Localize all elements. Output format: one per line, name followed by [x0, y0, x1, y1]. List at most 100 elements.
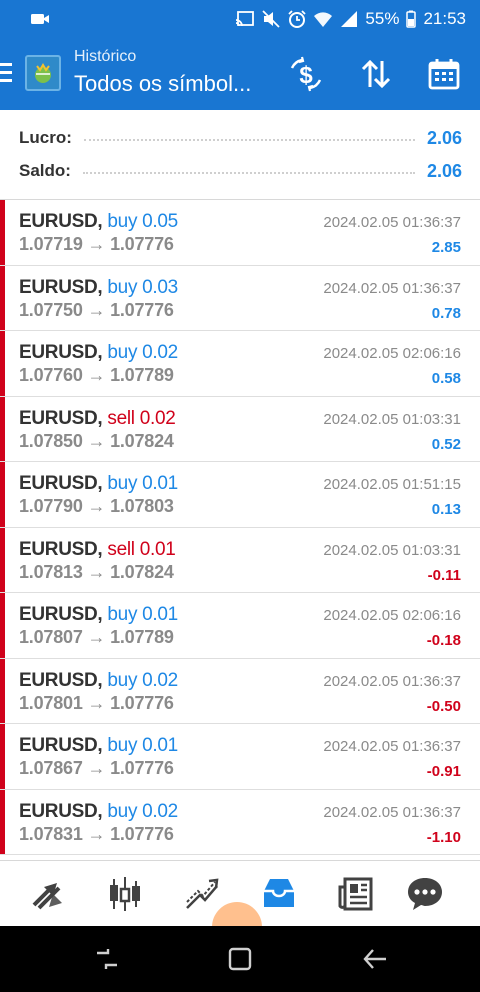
status-bar: 55% 21:53 [0, 0, 480, 38]
trade-row[interactable]: EURUSD, sell 0.01 1.07813 → 1.07824 2024.0… [0, 527, 480, 593]
balance-value: 2.06 [426, 160, 462, 181]
app-logo [25, 55, 61, 91]
tab-history[interactable] [254, 871, 304, 917]
tab-news[interactable] [331, 871, 381, 917]
trade-symbol: EURUSD, [19, 342, 103, 363]
trade-title: EURUSD, buy 0.05 [19, 211, 178, 233]
sort-button[interactable] [356, 54, 396, 94]
trade-row[interactable]: EURUSD, buy 0.02 1.07801 → 1.07776 2024.02… [0, 658, 480, 724]
trade-row[interactable]: EURUSD, sell 0.02 1.07850 → 1.07824 2024.0… [0, 396, 480, 462]
system-navigation-bar [0, 926, 480, 992]
trade-prices: 1.07807 → 1.07789 [19, 627, 174, 647]
account-summary: Lucro: 2.06 Saldo: 2.06 [0, 110, 480, 200]
chat-icon [408, 878, 442, 910]
deposit-button[interactable]: $ [286, 54, 326, 94]
trade-profit: -0.91 [426, 763, 461, 780]
trade-prices: 1.07719 → 1.07776 [19, 234, 174, 254]
trade-time: 2024.02.05 01:36:37 [323, 738, 461, 755]
trade-side-volume: sell 0.01 [107, 538, 176, 560]
trade-prices: 1.07850 → 1.07824 [19, 430, 174, 451]
tab-chart[interactable] [100, 871, 150, 917]
trade-row[interactable]: EURUSD, buy 0.01 1.07807 → 1.07789 2024.02… [0, 593, 480, 659]
trade-symbol: EURUSD, [19, 407, 103, 429]
trade-time: 2024.02.05 01:36:37 [323, 214, 461, 231]
trade-title: EURUSD, buy 0.02 [19, 342, 178, 364]
alarm-icon [288, 10, 307, 28]
trade-side-volume: sell 0.02 [107, 407, 176, 429]
trade-side-volume: buy 0.05 [107, 211, 178, 232]
trade-row[interactable]: EURUSD, buy 0.01 1.07790 → 1.07803 2024.02… [0, 462, 480, 528]
trade-title: EURUSD, buy 0.01 [19, 473, 178, 495]
svg-text:$: $ [299, 62, 313, 89]
trade-icon [186, 878, 219, 909]
trade-symbol: EURUSD, [19, 211, 103, 232]
trade-type-indicator [0, 265, 5, 330]
trade-type-indicator [0, 593, 5, 658]
trade-title: EURUSD, sell 0.01 [19, 538, 176, 561]
wifi-icon [314, 12, 333, 27]
deposit-icon: $ [290, 56, 322, 92]
trade-title: EURUSD, buy 0.03 [19, 277, 178, 299]
trade-symbol: EURUSD, [19, 538, 103, 560]
trade-side-volume: buy 0.01 [107, 735, 178, 756]
trade-symbol: EURUSD, [19, 276, 103, 298]
signal-icon [341, 11, 358, 27]
balance-row: Saldo: 2.06 [19, 156, 462, 186]
tab-quotes[interactable] [23, 871, 73, 917]
tab-chat[interactable] [400, 871, 450, 917]
clock: 21:53 [423, 9, 466, 28]
quotes-icon [32, 883, 62, 910]
trade-time: 2024.02.05 02:06:16 [323, 607, 461, 624]
trade-row[interactable]: EURUSD, buy 0.02 1.07760 → 1.07789 2024.02… [0, 331, 480, 397]
trade-profit: 0.13 [431, 501, 461, 518]
home-icon [228, 947, 252, 971]
trade-prices: 1.07760 → 1.07789 [19, 365, 174, 385]
history-icon [264, 879, 294, 907]
trade-side-volume: buy 0.03 [107, 276, 178, 298]
trade-row[interactable]: EURUSD, buy 0.02 1.07831 → 1.07776 2024.02… [0, 789, 480, 855]
trade-symbol: EURUSD, [19, 473, 103, 494]
metatrader-logo-icon [35, 63, 51, 83]
trade-type-indicator [0, 200, 5, 265]
mute-icon [262, 10, 281, 28]
trade-type-indicator [0, 331, 5, 396]
battery-percent: 55% [365, 9, 400, 28]
home-button[interactable] [225, 944, 255, 974]
trade-time: 2024.02.05 01:51:15 [323, 476, 461, 493]
trade-profit: 2.85 [431, 239, 461, 256]
trade-title: EURUSD, sell 0.02 [19, 407, 176, 430]
calendar-button[interactable] [424, 54, 464, 94]
profit-row: Lucro: 2.06 [19, 123, 462, 153]
news-icon [338, 877, 373, 911]
video-camera-icon [31, 14, 49, 24]
recent-apps-button[interactable] [92, 944, 122, 974]
profit-label: Lucro: [19, 128, 72, 147]
trade-prices: 1.07790 → 1.07803 [19, 496, 174, 516]
trade-profit: -0.18 [426, 632, 461, 649]
trade-time: 2024.02.05 01:36:37 [323, 672, 461, 690]
trade-row[interactable]: EURUSD, buy 0.05 1.07719 → 1.07776 2024.02… [0, 200, 480, 266]
cast-icon [236, 11, 255, 27]
trade-title: EURUSD, buy 0.01 [19, 735, 178, 757]
trade-prices: 1.07750 → 1.07776 [19, 299, 174, 320]
symbol-selector[interactable]: Todos os símbol... [74, 71, 251, 97]
trade-symbol: EURUSD, [19, 669, 103, 691]
trade-time: 2024.02.05 01:03:31 [323, 541, 461, 559]
trade-type-indicator [0, 527, 5, 592]
trade-row[interactable]: EURUSD, buy 0.01 1.07867 → 1.07776 2024.02… [0, 724, 480, 790]
back-button[interactable] [360, 944, 390, 974]
trade-symbol: EURUSD, [19, 800, 103, 822]
balance-label: Saldo: [19, 161, 71, 180]
trade-side-volume: buy 0.02 [107, 342, 178, 363]
bottom-navigation [0, 860, 480, 928]
trade-profit: -1.10 [426, 828, 461, 846]
trade-profit: -0.11 [427, 566, 461, 584]
trade-title: EURUSD, buy 0.01 [19, 604, 178, 626]
trade-symbol: EURUSD, [19, 604, 103, 625]
menu-button[interactable] [0, 60, 16, 88]
trade-type-indicator [0, 789, 5, 854]
trade-profit: -0.50 [426, 697, 461, 715]
trade-symbol: EURUSD, [19, 735, 103, 756]
trade-type-indicator [0, 462, 5, 527]
trade-row[interactable]: EURUSD, buy 0.03 1.07750 → 1.07776 2024.02… [0, 265, 480, 331]
